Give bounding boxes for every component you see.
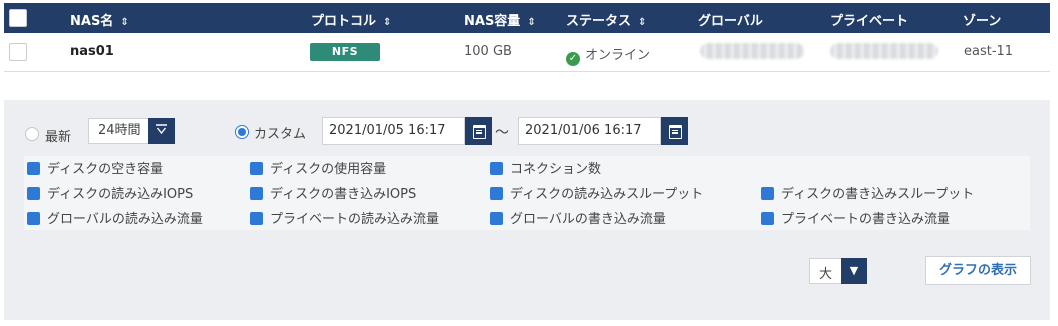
start-datetime-input[interactable]: 2021/01/05 16:17 — [322, 117, 465, 145]
graph-size-select[interactable]: 大 ▼ — [809, 258, 867, 284]
column-header-name[interactable]: NAS名 ⇕ — [70, 10, 129, 29]
sort-icon: ⇕ — [120, 17, 129, 28]
status-text: オンライン — [585, 48, 651, 63]
end-calendar-icon[interactable] — [661, 117, 688, 145]
latest-period-dropdown-button[interactable] — [148, 118, 175, 144]
metric-global-read-traffic[interactable]: グローバルの読み込み流量 — [27, 208, 203, 227]
protocol-badge: NFS — [310, 43, 380, 61]
latest-period-select[interactable]: 24時間 — [88, 118, 150, 144]
metric-disk-write-throughput[interactable]: ディスクの書き込みスループット — [761, 183, 974, 202]
column-header-status[interactable]: ステータス ⇕ — [566, 10, 646, 29]
checkbox-checked-icon — [250, 187, 263, 200]
metric-disk-write-iops[interactable]: ディスクの書き込みIOPS — [250, 183, 416, 202]
metric-disk-free[interactable]: ディスクの空き容量 — [27, 158, 163, 177]
chevron-down-icon — [156, 124, 167, 135]
private-address-redacted — [830, 43, 938, 59]
custom-radio[interactable] — [235, 125, 249, 139]
metric-global-write-traffic[interactable]: グローバルの書き込み流量 — [490, 208, 666, 227]
checkbox-checked-icon — [761, 187, 774, 200]
status-cell: ✓ オンライン — [566, 44, 650, 66]
graph-options-panel: 最新 24時間 カスタム 2021/01/05 16:17 ～ 2021/01/… — [4, 100, 1050, 320]
chevron-down-icon[interactable]: ▼ — [841, 258, 867, 284]
nas-name[interactable]: nas01 — [70, 44, 114, 59]
checkbox-checked-icon — [250, 162, 263, 175]
custom-label: カスタム — [254, 127, 307, 142]
metric-disk-read-throughput[interactable]: ディスクの読み込みスループット — [490, 183, 703, 202]
column-header-private: プライベート — [830, 14, 909, 29]
zone-value: east-11 — [964, 44, 1014, 59]
row-checkbox[interactable] — [9, 43, 27, 61]
metric-connections[interactable]: コネクション数 — [490, 158, 601, 177]
checkbox-checked-icon — [490, 212, 503, 225]
checkbox-checked-icon — [27, 212, 40, 225]
checkbox-checked-icon — [761, 212, 774, 225]
sort-icon: ⇕ — [383, 17, 392, 28]
end-datetime-input[interactable]: 2021/01/06 16:17 — [518, 117, 661, 145]
metric-disk-used[interactable]: ディスクの使用容量 — [250, 158, 386, 177]
checkbox-checked-icon — [490, 187, 503, 200]
start-calendar-icon[interactable] — [465, 117, 492, 145]
graph-size-value: 大 — [819, 267, 833, 282]
show-graph-button[interactable]: グラフの表示 — [925, 256, 1031, 285]
table-header: NAS名 ⇕ プロトコル ⇕ NAS容量 ⇕ ステータス ⇕ グローバル プライベート … — [4, 3, 1050, 33]
metrics-checkbox-group: ディスクの空き容量 ディスクの使用容量 コネクション数 ディスクの読み込みIOP… — [24, 156, 1030, 230]
nas-capacity: 100 GB — [464, 44, 512, 59]
column-header-protocol[interactable]: プロトコル ⇕ — [311, 10, 391, 29]
sort-icon: ⇕ — [638, 17, 647, 28]
metric-private-read-traffic[interactable]: プライベートの読み込み流量 — [250, 208, 439, 227]
checkbox-checked-icon — [27, 162, 40, 175]
column-header-capacity[interactable]: NAS容量 ⇕ — [464, 10, 536, 29]
column-header-zone: ゾーン — [963, 14, 1002, 29]
checkbox-checked-icon — [490, 162, 503, 175]
global-address-redacted — [700, 43, 804, 59]
range-separator: ～ — [495, 125, 509, 141]
table-row[interactable]: nas01 NFS 100 GB ✓ オンライン east-11 — [4, 33, 1050, 72]
checkbox-checked-icon — [27, 187, 40, 200]
check-circle-icon: ✓ — [566, 52, 580, 66]
latest-label: 最新 — [45, 130, 72, 145]
sort-icon: ⇕ — [527, 17, 536, 28]
metric-private-write-traffic[interactable]: プライベートの書き込み流量 — [761, 208, 950, 227]
select-all-checkbox[interactable] — [9, 9, 27, 27]
checkbox-checked-icon — [250, 212, 263, 225]
column-header-global: グローバル — [698, 14, 763, 29]
metric-disk-read-iops[interactable]: ディスクの読み込みIOPS — [27, 183, 193, 202]
latest-radio[interactable] — [25, 127, 39, 141]
